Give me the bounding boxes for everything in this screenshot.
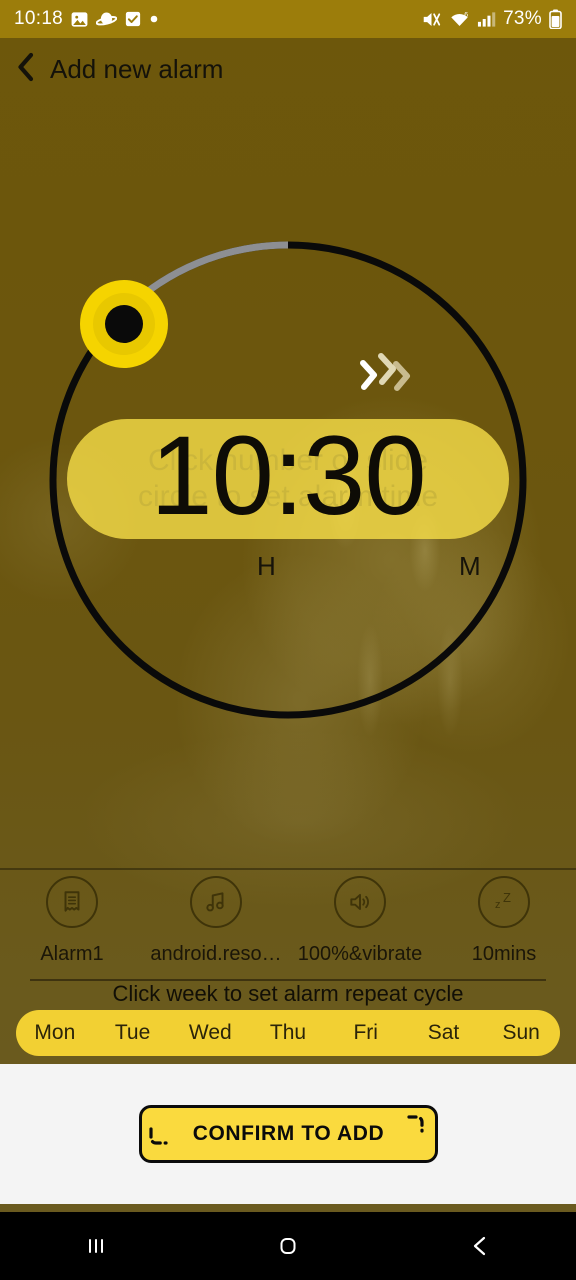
option-label: 10mins <box>471 943 537 965</box>
chevrons-right-icon <box>360 353 410 391</box>
confirm-to-add-button[interactable]: CONFIRM TO ADD <box>139 1105 438 1163</box>
weekday-sat[interactable]: Sat <box>405 1021 483 1045</box>
hour-unit-label: H <box>257 551 276 581</box>
week-hint-text: Click week to set alarm repeat cycle <box>112 981 464 1006</box>
option-volume[interactable]: 100%&vibrate <box>288 876 432 982</box>
mute-vibrate-icon <box>421 10 442 29</box>
alarm-options-row: Alarm1 android.reso… 100%&vibrate zZ 10m… <box>0 876 576 982</box>
option-ringtone[interactable]: android.reso… <box>144 876 288 982</box>
svg-text:6: 6 <box>464 11 468 18</box>
checkbox-icon <box>124 10 142 28</box>
option-alarm-label[interactable]: Alarm1 <box>0 876 144 982</box>
status-bar-right: 6 73% <box>421 8 562 30</box>
dot-icon <box>149 14 159 24</box>
saturn-icon <box>96 10 118 29</box>
options-divider-top <box>0 868 576 870</box>
battery-percent: 73% <box>503 8 542 29</box>
snooze-zzz-icon[interactable]: zZ <box>478 876 530 928</box>
recents-icon[interactable] <box>0 1232 192 1260</box>
page-title: Add new alarm <box>50 53 224 84</box>
music-note-icon[interactable] <box>190 876 242 928</box>
weekday-mon[interactable]: Mon <box>16 1021 94 1045</box>
cellular-signal-icon <box>477 10 496 28</box>
status-bar: 10:18 6 73% <box>0 0 576 38</box>
photos-icon <box>70 10 89 29</box>
status-time: 10:18 <box>14 8 64 29</box>
option-label: Alarm1 <box>40 943 104 965</box>
dial-knob-handle[interactable] <box>80 280 168 368</box>
svg-text:Z: Z <box>503 890 511 905</box>
svg-text:z: z <box>495 899 501 911</box>
weekday-selector[interactable]: Mon Tue Wed Thu Fri Sat Sun <box>16 1010 560 1056</box>
option-label: android.reso… <box>150 943 282 965</box>
app-header: Add new alarm <box>0 38 576 100</box>
weekday-tue[interactable]: Tue <box>94 1021 172 1045</box>
alarm-time-value[interactable]: 10:30 <box>150 420 426 532</box>
wifi-icon: 6 <box>449 10 470 29</box>
confirm-button-label: CONFIRM TO ADD <box>192 1122 385 1145</box>
corner-bracket-top-right-icon <box>407 1114 429 1141</box>
corner-bracket-bottom-left-icon <box>148 1127 170 1154</box>
time-display-pill[interactable]: 10:30 <box>67 419 509 539</box>
status-bar-left: 10:18 <box>14 8 159 30</box>
alarm-add-screen: 10:18 6 73% Add new alarm 10:30 H M Alar… <box>0 0 576 1280</box>
battery-icon <box>549 9 562 29</box>
weekday-fri[interactable]: Fri <box>327 1021 405 1045</box>
weekday-wed[interactable]: Wed <box>171 1021 249 1045</box>
back-icon[interactable] <box>384 1232 576 1260</box>
option-label: 100%&vibrate <box>297 943 423 965</box>
volume-up-icon[interactable] <box>334 876 386 928</box>
alarm-label-icon[interactable] <box>46 876 98 928</box>
weekday-thu[interactable]: Thu <box>249 1021 327 1045</box>
minute-unit-label: M <box>459 551 481 581</box>
home-icon[interactable] <box>192 1232 384 1260</box>
back-chevron-icon[interactable] <box>16 52 36 87</box>
system-nav-bar <box>0 1212 576 1280</box>
weekday-sun[interactable]: Sun <box>482 1021 560 1045</box>
option-snooze[interactable]: zZ 10mins <box>432 876 576 982</box>
